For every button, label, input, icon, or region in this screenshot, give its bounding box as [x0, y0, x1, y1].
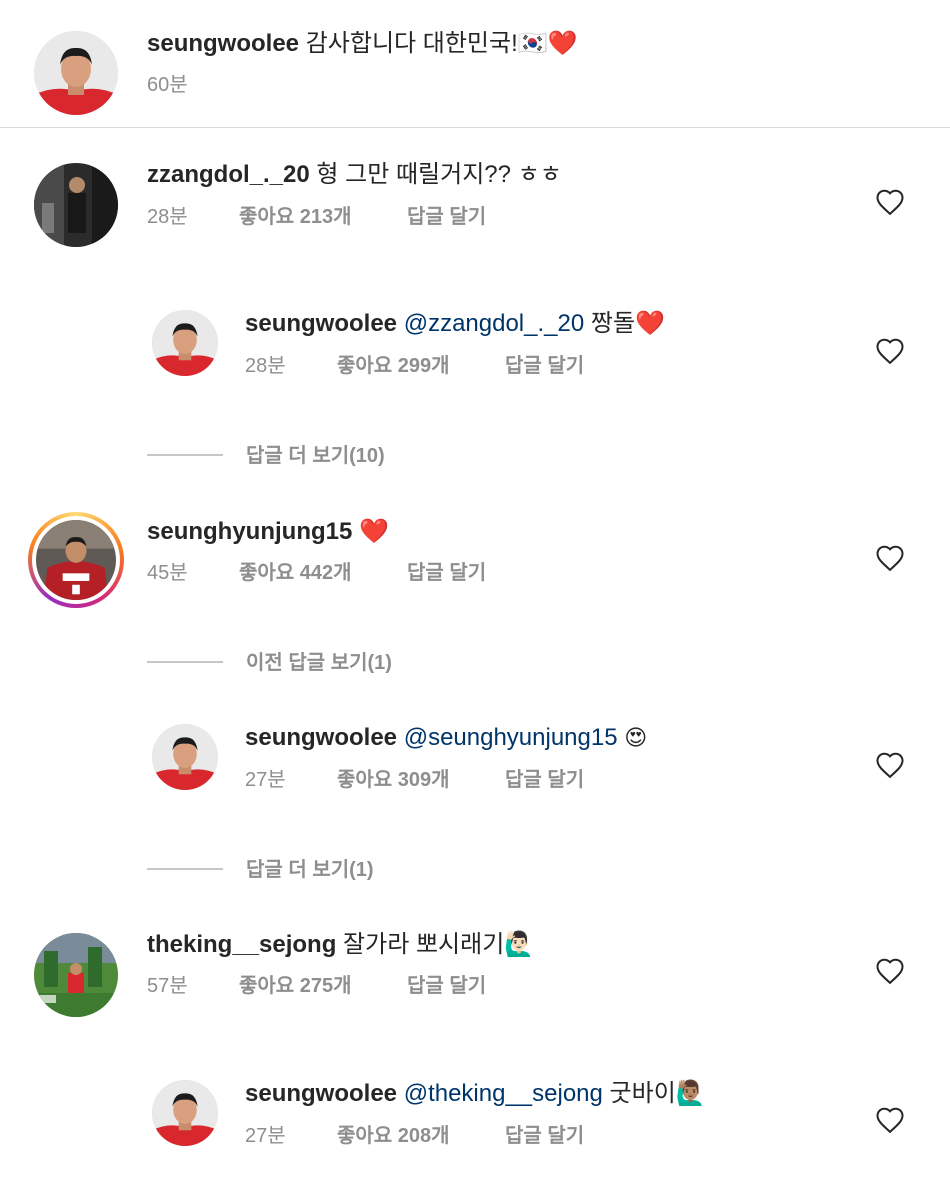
- comment-time: 28분: [147, 206, 188, 228]
- reply-line: seungwoolee @seunghyunjung15 😍: [245, 723, 647, 754]
- comment-time: 45분: [147, 562, 188, 584]
- view-previous-replies[interactable]: 이전 답글 보기(1): [246, 651, 392, 675]
- comment-text: ❤️: [359, 517, 389, 545]
- caption-text: 감사합니다 대한민국!🇰🇷❤️: [305, 30, 578, 57]
- reply-username[interactable]: seungwoolee: [245, 310, 397, 337]
- reply-button[interactable]: 답글 달기: [505, 768, 584, 792]
- caption-avatar[interactable]: [34, 31, 118, 115]
- reply-avatar[interactable]: [152, 310, 218, 376]
- reply-line: seungwoolee @zzangdol_._20 짱돌❤️: [245, 309, 665, 339]
- comment-line: zzangdol_._20 형 그만 때릴거지?? ㅎㅎ: [147, 160, 562, 190]
- view-more-divider: [147, 454, 223, 456]
- comment-likes[interactable]: 좋아요 275개: [239, 974, 352, 998]
- comment-likes[interactable]: 좋아요 442개: [239, 561, 352, 585]
- reply-button[interactable]: 답글 달기: [505, 354, 584, 378]
- heart-outline-icon[interactable]: [875, 1106, 905, 1134]
- view-more-replies[interactable]: 답글 더 보기(10): [246, 444, 385, 468]
- view-more-divider: [147, 868, 223, 870]
- comment-line: theking__sejong 잘가라 뽀시래기🙋🏻‍♂️: [147, 930, 534, 960]
- reply-username[interactable]: seungwoolee: [245, 724, 397, 751]
- reply-time: 27분: [245, 769, 286, 791]
- view-more-replies[interactable]: 답글 더 보기(1): [246, 858, 374, 882]
- comment-avatar[interactable]: [34, 163, 118, 247]
- heart-outline-icon[interactable]: [875, 544, 905, 572]
- comment-username[interactable]: theking__sejong: [147, 931, 336, 958]
- divider: [0, 127, 950, 128]
- reply-time: 27분: [245, 1125, 286, 1147]
- reply-mention[interactable]: @seunghyunjung15: [404, 724, 618, 751]
- heart-outline-icon[interactable]: [875, 957, 905, 985]
- comment-avatar[interactable]: [34, 933, 118, 1017]
- comment-text: 형 그만 때릴거지?? ㅎㅎ: [316, 161, 562, 188]
- heart-outline-icon[interactable]: [875, 751, 905, 779]
- reply-button[interactable]: 답글 달기: [407, 974, 486, 998]
- reply-avatar[interactable]: [152, 724, 218, 790]
- reply-text: 😍: [624, 726, 648, 751]
- comment-time: 57분: [147, 975, 188, 997]
- caption-username[interactable]: seungwoolee: [147, 30, 299, 57]
- comment-text: 잘가라 뽀시래기🙋🏻‍♂️: [343, 931, 535, 958]
- comment-username[interactable]: zzangdol_._20: [147, 161, 310, 188]
- caption-line: seungwoolee 감사합니다 대한민국!🇰🇷❤️: [147, 29, 578, 59]
- reply-likes[interactable]: 좋아요 208개: [337, 1124, 450, 1148]
- reply-likes[interactable]: 좋아요 309개: [337, 768, 450, 792]
- reply-avatar[interactable]: [152, 1080, 218, 1146]
- heart-outline-icon[interactable]: [875, 188, 905, 216]
- comment-line: seunghyunjung15 ❤️: [147, 516, 389, 547]
- comment-username[interactable]: seunghyunjung15: [147, 518, 352, 545]
- reply-mention[interactable]: @zzangdol_._20: [404, 310, 585, 337]
- comment-avatar[interactable]: [36, 520, 116, 600]
- reply-line: seungwoolee @theking__sejong 굿바이🙋🏽‍♂️: [245, 1079, 706, 1109]
- reply-mention[interactable]: @theking__sejong: [404, 1080, 603, 1107]
- caption-time: 60분: [147, 74, 188, 96]
- reply-button[interactable]: 답글 달기: [407, 561, 486, 585]
- reply-button[interactable]: 답글 달기: [407, 205, 486, 229]
- reply-username[interactable]: seungwoolee: [245, 1080, 397, 1107]
- comment-likes[interactable]: 좋아요 213개: [239, 205, 352, 229]
- reply-button[interactable]: 답글 달기: [505, 1124, 584, 1148]
- reply-text: 짱돌❤️: [590, 310, 665, 337]
- reply-time: 28분: [245, 355, 286, 377]
- reply-text: 굿바이🙋🏽‍♂️: [609, 1080, 706, 1107]
- reply-likes[interactable]: 좋아요 299개: [337, 354, 450, 378]
- view-more-divider: [147, 661, 223, 663]
- heart-outline-icon[interactable]: [875, 337, 905, 365]
